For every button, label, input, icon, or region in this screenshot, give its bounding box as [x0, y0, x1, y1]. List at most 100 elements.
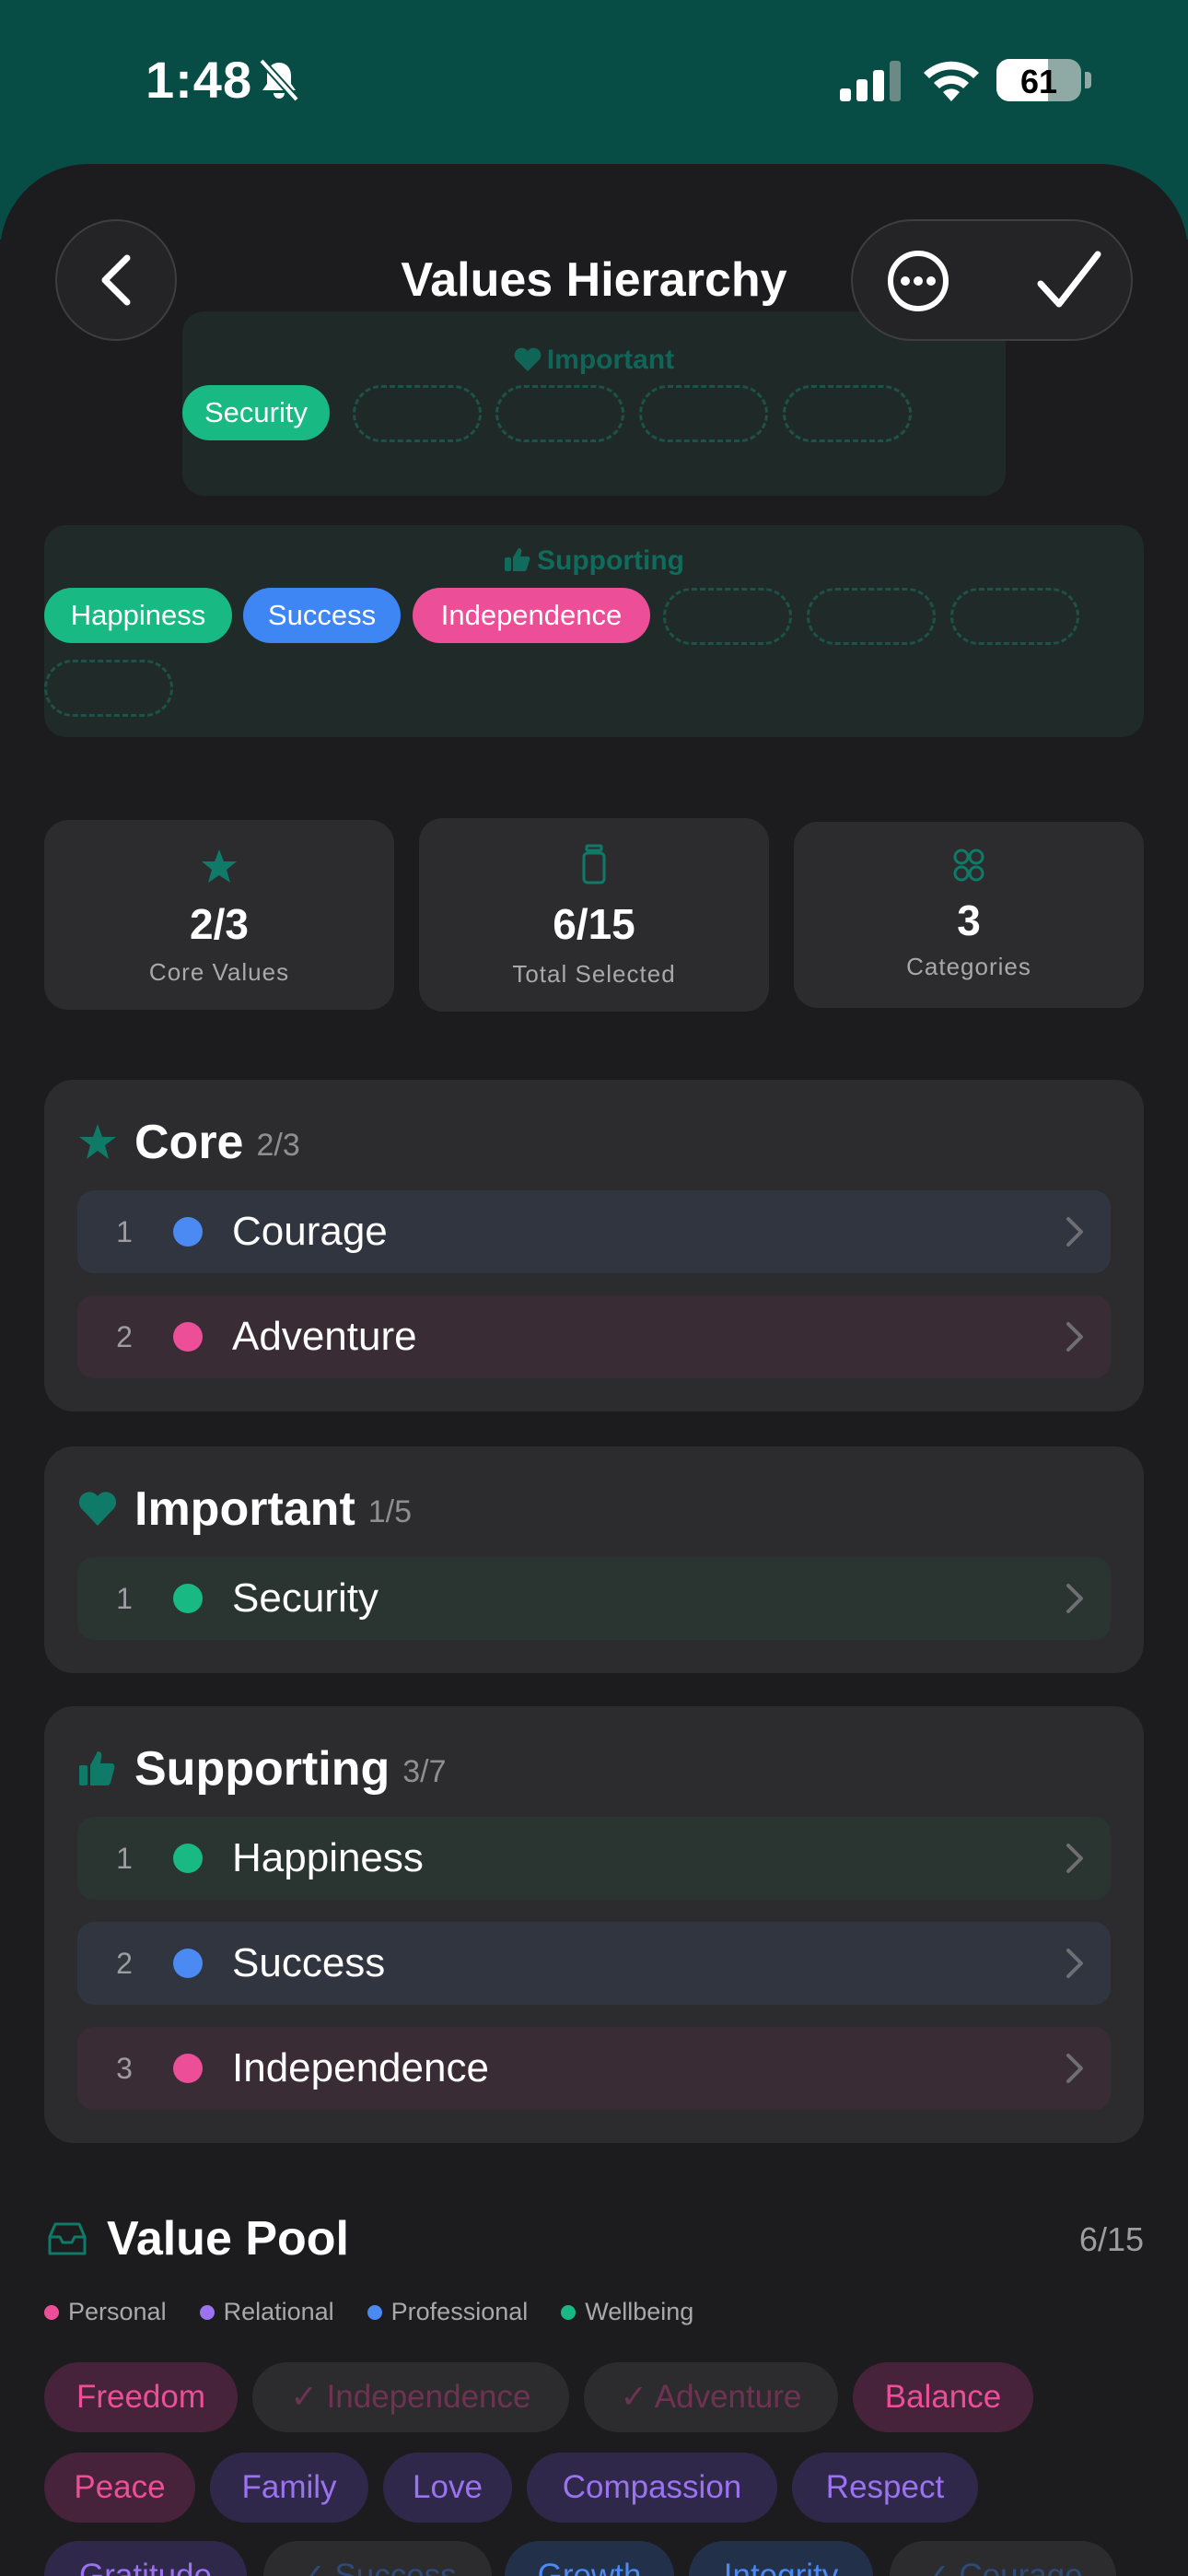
value-row[interactable]: 1 Courage [77, 1190, 1111, 1273]
legend-dot [367, 2304, 382, 2320]
empty-slot[interactable] [495, 385, 624, 442]
pool-chip-selected[interactable]: ✓ Adventure [584, 2362, 838, 2432]
section-title: Supporting [134, 1742, 390, 1796]
category-dot [173, 1844, 203, 1873]
row-label: Success [232, 1940, 386, 1985]
legend-item: Personal [44, 2298, 167, 2326]
pool-chip[interactable]: Balance [853, 2362, 1033, 2432]
section-important: Important 1/5 1 Security [44, 1446, 1144, 1673]
legend-item: Relational [199, 2298, 334, 2326]
category-dot [173, 1322, 203, 1352]
chevron-right-icon [1066, 1844, 1083, 1873]
pool-chip[interactable]: Freedom [44, 2362, 238, 2432]
stat-card-categories: 3 Categories [794, 822, 1144, 1008]
empty-slot[interactable] [950, 588, 1079, 645]
stat-card-total-selected: 6/15 Total Selected [419, 818, 769, 1012]
star-icon [202, 849, 237, 883]
status-time: 1:48 [146, 51, 253, 109]
section-count: 3/7 [402, 1753, 447, 1789]
empty-slot[interactable] [807, 588, 936, 645]
tier-important-label: Important [182, 345, 1006, 376]
pyramid-chip-independence[interactable]: Independence [413, 588, 650, 643]
pyramid-chip-happiness[interactable]: Happiness [44, 588, 232, 643]
category-dot [173, 1949, 203, 1978]
value-pool-count: 6/15 [1078, 2220, 1144, 2258]
value-row[interactable]: 3 Independence [77, 2027, 1111, 2110]
row-rank: 3 [116, 2051, 133, 2085]
checkmark-done-icon[interactable] [1033, 247, 1103, 317]
category-dot [173, 2054, 203, 2083]
more-options-icon[interactable] [886, 249, 950, 313]
stat-card-core-values: 2/3 Core Values [44, 820, 394, 1010]
legend-dot [561, 2304, 577, 2320]
row-rank: 1 [116, 1841, 133, 1875]
legend-dot [44, 2304, 59, 2320]
heart-icon [514, 347, 542, 371]
pool-chip[interactable]: Compassion [527, 2453, 777, 2523]
stat-value: 2/3 [190, 900, 249, 948]
section-title: Core [134, 1116, 244, 1169]
pool-chip-selected[interactable]: ✓ Courage [890, 2541, 1116, 2576]
tier-supporting-label: Supporting [44, 545, 1144, 577]
pool-chip-selected[interactable]: ✓ Independence [252, 2362, 569, 2432]
bell-slash-icon [259, 58, 299, 102]
legend-item: Professional [367, 2298, 529, 2326]
category-dot [173, 1217, 203, 1247]
empty-slot[interactable] [663, 588, 792, 645]
stat-value: 6/15 [553, 900, 635, 948]
section-count: 1/5 [367, 1493, 413, 1529]
empty-slot[interactable] [639, 385, 768, 442]
pool-chip[interactable]: Integrity [689, 2541, 873, 2576]
tray-icon [48, 2222, 87, 2255]
pool-chip[interactable]: Respect [792, 2453, 978, 2523]
empty-slot[interactable] [353, 385, 482, 442]
section-core: Core 2/3 1 Courage 2 Adventure [44, 1080, 1144, 1411]
chevron-right-icon [1066, 1584, 1083, 1613]
value-pool-title: Value Pool [107, 2212, 349, 2266]
battery-level: 61 [1019, 63, 1058, 100]
legend-label: Wellbeing [585, 2298, 694, 2325]
legend-dot [199, 2304, 215, 2320]
section-supporting: Supporting 3/7 1 Happiness 2 Success 3 I… [44, 1706, 1144, 2143]
wifi-icon [924, 61, 979, 101]
chevron-right-icon [1066, 2054, 1083, 2083]
value-row[interactable]: 1 Security [77, 1557, 1111, 1640]
value-row[interactable]: 2 Adventure [77, 1295, 1111, 1378]
legend-label: Professional [390, 2298, 529, 2325]
row-label: Happiness [232, 1835, 424, 1880]
pool-chip[interactable]: Love [383, 2453, 512, 2523]
value-row[interactable]: 2 Success [77, 1922, 1111, 2005]
heart-icon [78, 1492, 117, 1526]
category-dot [173, 1584, 203, 1613]
empty-slot[interactable] [783, 385, 912, 442]
row-rank: 2 [116, 1319, 133, 1353]
stat-label: Total Selected [512, 960, 676, 988]
stat-label: Core Values [148, 958, 290, 986]
section-count: 2/3 [256, 1127, 300, 1163]
jar-icon [582, 844, 606, 884]
section-title: Important [134, 1482, 355, 1536]
thumbs-up-icon [505, 548, 530, 571]
row-rank: 2 [116, 1946, 133, 1980]
row-label: Adventure [232, 1314, 417, 1359]
row-label: Courage [232, 1209, 388, 1254]
pyramid-chip-success[interactable]: Success [243, 588, 401, 643]
legend-item: Wellbeing [561, 2298, 693, 2326]
value-row[interactable]: 1 Happiness [77, 1817, 1111, 1900]
star-icon [79, 1124, 116, 1159]
chevron-right-icon [1066, 1217, 1083, 1247]
category-legend: Personal Relational Professional Wellbei… [44, 2298, 727, 2326]
pyramid-chip-security[interactable]: Security [182, 385, 330, 440]
empty-slot[interactable] [44, 660, 173, 717]
pool-chip[interactable]: Peace [44, 2453, 195, 2523]
pool-chip[interactable]: Gratitude [44, 2541, 247, 2576]
legend-label: Personal [68, 2298, 167, 2325]
cellular-signal-icon [840, 61, 901, 101]
pool-chip[interactable]: Growth [505, 2541, 674, 2576]
header-actions [851, 219, 1133, 341]
pool-chip[interactable]: Family [210, 2453, 368, 2523]
grid-icon [953, 849, 984, 882]
row-rank: 1 [116, 1214, 133, 1248]
thumbs-up-icon [79, 1751, 115, 1786]
pool-chip-selected[interactable]: ✓ Success [263, 2541, 492, 2576]
